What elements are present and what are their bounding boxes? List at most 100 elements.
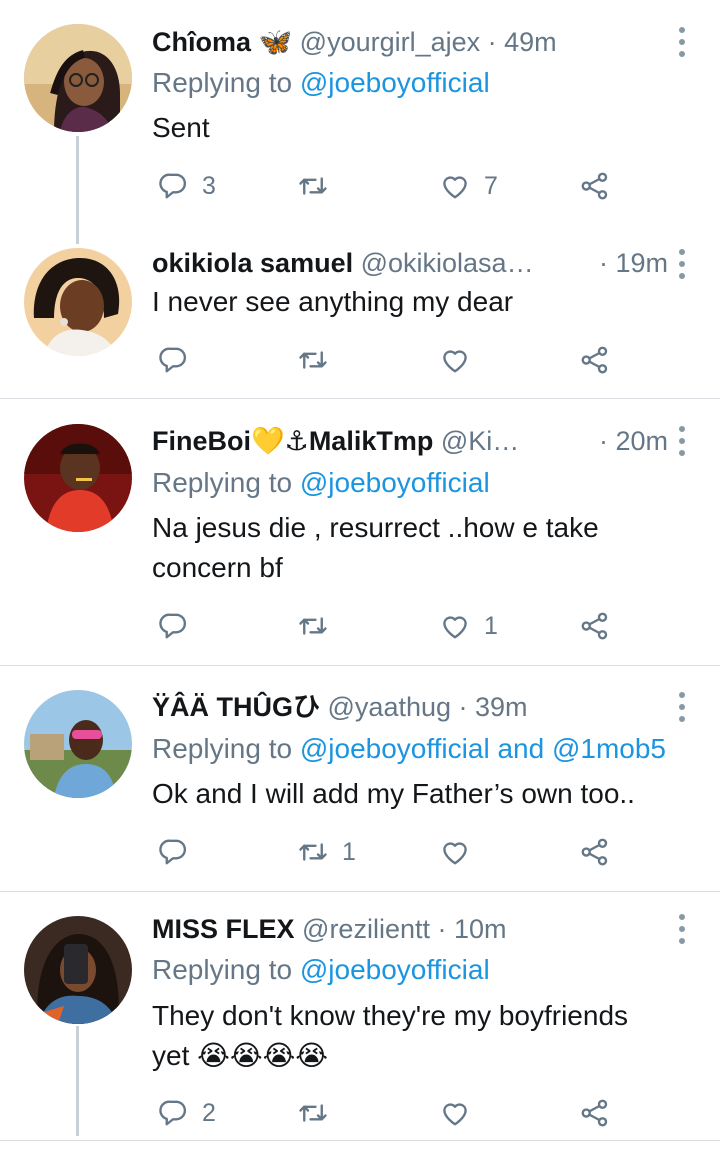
replying-label: Replying to xyxy=(152,67,293,98)
tweet-text: Ok and I will add my Father’s own too.. xyxy=(152,778,635,809)
like-button[interactable] xyxy=(440,1095,484,1131)
user-handle[interactable]: @yourgirl_ajex xyxy=(300,27,480,57)
share-button[interactable] xyxy=(580,168,610,204)
timestamp[interactable]: · 20m xyxy=(599,422,668,460)
reply-icon xyxy=(158,171,188,201)
mention-link[interactable]: @joeboyofficial xyxy=(300,467,490,498)
user-handle[interactable]: @okikiolasa… xyxy=(361,248,534,278)
separator: · xyxy=(429,914,454,944)
tweet-item[interactable]: okikiola samuel @okikiolasa… · 19m I nev… xyxy=(0,232,720,398)
heart-icon xyxy=(440,345,470,375)
mention-link[interactable]: @joeboyofficial xyxy=(300,67,490,98)
reply-count: 3 xyxy=(202,172,216,200)
tweet-header: MISS FLEX @rezilientt · 10m xyxy=(152,910,656,948)
tweet-item[interactable]: ŸÂÄ THÛGひ @yaathug · 39m Replying to @jo… xyxy=(0,666,720,891)
avatar[interactable] xyxy=(24,24,132,132)
retweet-icon xyxy=(298,611,328,641)
timestamp-value[interactable]: 19m xyxy=(615,248,668,278)
reply-count: 2 xyxy=(202,1099,216,1127)
more-vertical-icon[interactable] xyxy=(678,27,686,57)
mention-link[interactable]: @joeboyofficial xyxy=(300,733,490,764)
like-button[interactable]: 1 xyxy=(440,608,498,644)
like-button[interactable] xyxy=(440,342,484,378)
share-button[interactable] xyxy=(580,834,610,870)
tweet-divider xyxy=(0,1140,720,1141)
avatar[interactable] xyxy=(24,690,132,798)
reply-button[interactable] xyxy=(158,834,202,870)
share-icon xyxy=(580,837,610,867)
heart-icon xyxy=(440,171,470,201)
tweet-text: Na jesus die , resurrect ..how e take co… xyxy=(152,508,692,588)
tweet-item[interactable]: FineBoi💛⚓MalikTmp @Ki… · 20m Replying to… xyxy=(0,399,720,665)
reply-button[interactable] xyxy=(158,608,202,644)
more-vertical-icon[interactable] xyxy=(678,914,686,944)
tweet-item[interactable]: Chîoma 🦋 @yourgirl_ajex · 49m Replying t… xyxy=(0,0,720,232)
crying-emoji: 😭 xyxy=(295,1040,329,1071)
avatar[interactable] xyxy=(24,916,132,1024)
reply-button[interactable] xyxy=(158,342,202,378)
reply-icon xyxy=(158,837,188,867)
tweet-item[interactable]: MISS FLEX @rezilientt · 10m Replying to … xyxy=(0,892,720,1140)
share-button[interactable] xyxy=(580,608,610,644)
avatar[interactable] xyxy=(24,424,132,532)
share-button[interactable] xyxy=(580,342,610,378)
timestamp[interactable]: 39m xyxy=(475,692,528,722)
share-icon xyxy=(580,1098,610,1128)
reply-icon xyxy=(158,611,188,641)
retweet-button[interactable]: 1 xyxy=(298,834,356,870)
display-name[interactable]: MISS FLEX xyxy=(152,914,295,944)
timestamp[interactable]: 10m xyxy=(454,914,507,944)
crying-emoji: 😭 xyxy=(262,1040,296,1071)
tweet-header: FineBoi💛⚓MalikTmp @Ki… xyxy=(152,422,570,460)
like-button[interactable] xyxy=(440,834,484,870)
display-name[interactable]: okikiola samuel xyxy=(152,248,353,278)
share-icon xyxy=(580,171,610,201)
tweet-text: Sent xyxy=(152,112,210,143)
mention-link[interactable]: @1mob5 xyxy=(552,733,666,764)
share-icon xyxy=(580,345,610,375)
separator: · xyxy=(598,426,616,456)
more-vertical-icon[interactable] xyxy=(678,249,686,279)
tweet-text-line: yet 😭😭😭😭 xyxy=(152,1036,692,1076)
display-name[interactable]: FineBoi💛⚓MalikTmp xyxy=(152,426,433,456)
timestamp-value[interactable]: 20m xyxy=(615,426,668,456)
reply-button[interactable]: 3 xyxy=(158,168,216,204)
separator: · xyxy=(451,692,476,722)
retweet-button[interactable] xyxy=(298,168,342,204)
user-handle[interactable]: @yaathug xyxy=(328,692,452,722)
retweet-button[interactable] xyxy=(298,1095,342,1131)
retweet-icon xyxy=(298,345,328,375)
replying-to: Replying to @joeboyofficial xyxy=(152,951,490,989)
timestamp[interactable]: 49m xyxy=(504,27,557,57)
separator: · xyxy=(598,248,616,278)
replying-to: Replying to @joeboyofficial xyxy=(152,464,490,502)
display-name[interactable]: Chîoma 🦋 xyxy=(152,27,292,57)
avatar[interactable] xyxy=(24,248,132,356)
like-button[interactable]: 7 xyxy=(440,168,498,204)
crying-emoji: 😭 xyxy=(197,1040,230,1071)
share-button[interactable] xyxy=(580,1095,610,1131)
more-vertical-icon[interactable] xyxy=(678,426,686,456)
retweet-button[interactable] xyxy=(298,342,342,378)
retweet-icon xyxy=(298,837,328,867)
more-vertical-icon[interactable] xyxy=(678,692,686,722)
tweet-text: I never see anything my dear xyxy=(152,286,514,317)
like-count: 1 xyxy=(484,612,498,640)
crying-emoji: 😭 xyxy=(229,1040,263,1071)
user-handle[interactable]: @Ki… xyxy=(441,426,519,456)
retweet-button[interactable] xyxy=(298,608,342,644)
reply-button[interactable]: 2 xyxy=(158,1095,216,1131)
reply-icon xyxy=(158,345,188,375)
timestamp[interactable]: · 19m xyxy=(599,244,668,282)
user-handle[interactable]: @rezilientt xyxy=(302,914,430,944)
display-name[interactable]: ŸÂÄ THÛGひ xyxy=(152,692,320,722)
mention-joiner: and xyxy=(497,733,545,764)
tweet-text-word: yet xyxy=(152,1040,190,1071)
mention-link[interactable]: @joeboyofficial xyxy=(300,954,490,985)
tweet-header: okikiola samuel @okikiolasa… xyxy=(152,244,570,282)
replying-to: Replying to @joeboyofficial and @1mob5 xyxy=(152,730,666,768)
reply-icon xyxy=(158,1098,188,1128)
heart-icon xyxy=(440,1098,470,1128)
tweet-text-line: Na jesus die , resurrect ..how e take xyxy=(152,512,599,543)
heart-icon xyxy=(440,611,470,641)
